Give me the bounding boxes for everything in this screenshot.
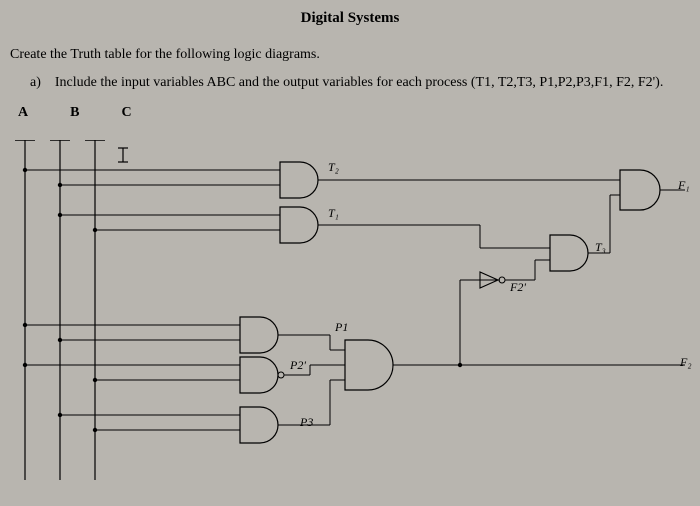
sub-instruction: a) Include the input variables ABC and t… xyxy=(30,75,700,91)
instruction: Create the Truth table for the following… xyxy=(10,47,700,63)
label-f2prime: F2' xyxy=(510,280,526,295)
label-t2: T₂ xyxy=(328,160,339,175)
label-f1: F₁ xyxy=(678,178,690,193)
label-t3: T₃ xyxy=(595,240,606,255)
label-f2: F₂ xyxy=(680,355,692,370)
page-title: Digital Systems xyxy=(0,0,700,27)
label-t1: T₁ xyxy=(328,206,339,221)
logic-diagram: T₂ T₁ P1 P2' P3 F2' T₃ F₁ F₂ xyxy=(0,140,700,501)
label-p3: P3 xyxy=(300,415,313,430)
label-p1: P1 xyxy=(335,320,348,335)
label-p2: P2' xyxy=(290,358,306,373)
input-labels: A B C xyxy=(18,105,700,121)
logic-diagram-svg xyxy=(0,140,700,501)
